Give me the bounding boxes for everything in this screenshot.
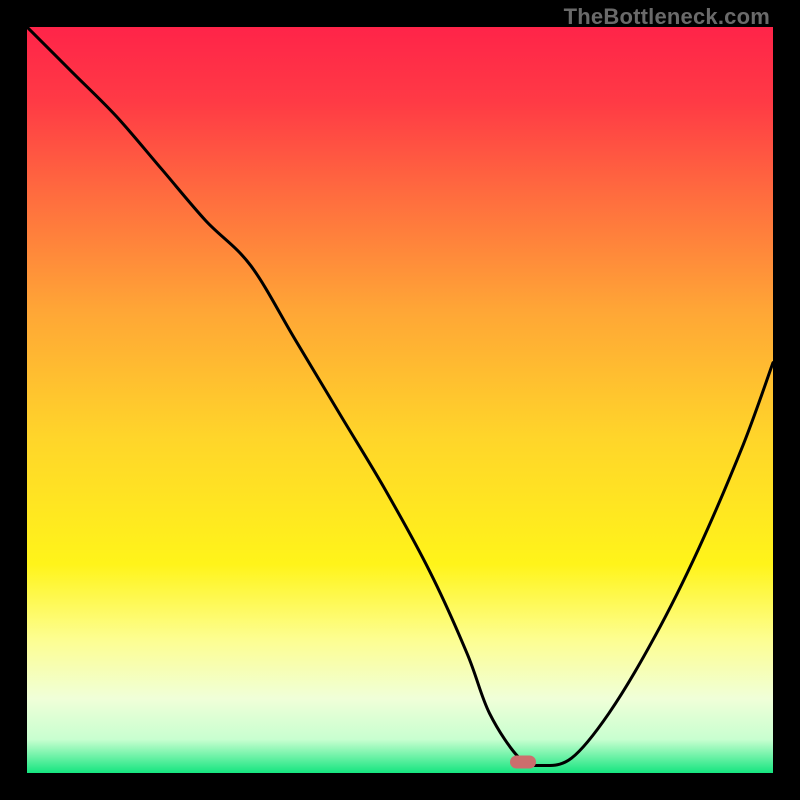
optimal-marker xyxy=(510,755,536,768)
bottleneck-curve xyxy=(27,27,773,773)
plot-area xyxy=(27,27,773,773)
